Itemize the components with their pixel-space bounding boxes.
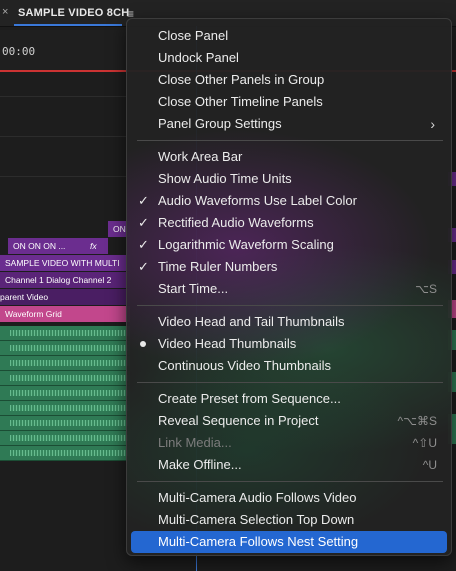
clip-label: ON ON ON ... [13,241,66,251]
menu-item-label: Panel Group Settings [158,116,282,131]
keyboard-shortcut: ^⇧U [412,436,437,450]
timeline-clip[interactable]: ON ON ON ... fx [8,238,108,254]
menu-item-work-area-bar[interactable]: Work Area Bar [131,146,447,168]
menu-item-undock-panel[interactable]: Undock Panel [131,47,447,69]
keyboard-shortcut: ^U [422,458,437,472]
audio-clip[interactable] [0,401,130,416]
menu-separator [137,382,443,383]
timeline-clip[interactable]: parent Video [0,289,130,305]
menu-item-logarithmic-waveform-scaling[interactable]: ✓ Logarithmic Waveform Scaling [131,234,447,256]
audio-clip[interactable] [0,446,130,461]
audio-clip[interactable] [0,341,130,356]
menu-separator [137,481,443,482]
chevron-right-icon: › [430,116,435,132]
menu-item-close-other-timeline-panels[interactable]: Close Other Timeline Panels [131,91,447,113]
menu-item-label: Rectified Audio Waveforms [158,215,314,230]
menu-item-label: Multi-Camera Follows Nest Setting [158,534,359,549]
sequence-tab-title[interactable]: SAMPLE VIDEO 8CH [18,7,129,19]
menu-item-label: Start Time... [158,281,229,296]
fx-badge: fx [90,241,97,251]
menu-separator [137,305,443,306]
menu-item-time-ruler-numbers[interactable]: ✓ Time Ruler Numbers [131,256,447,278]
menu-item-video-head-and-tail-thumbnails[interactable]: Video Head and Tail Thumbnails [131,311,447,333]
radio-selected-icon [140,341,146,347]
timeline-clip[interactable]: Channel 1 Dialog Channel 2 [0,272,130,288]
ruler-timecode: 00:00 [2,45,36,58]
menu-item-label: Work Area Bar [158,149,243,164]
menu-item-label: Multi-Camera Selection Top Down [158,512,355,527]
audio-clip[interactable] [0,326,130,341]
menu-item-close-other-panels-in-group[interactable]: Close Other Panels in Group [131,69,447,91]
menu-item-show-audio-time-units[interactable]: Show Audio Time Units [131,168,447,190]
audio-clip[interactable] [0,386,130,401]
menu-item-label: Create Preset from Sequence... [158,391,341,406]
menu-separator [137,140,443,141]
checkmark-icon: ✓ [138,259,149,274]
timeline-clip[interactable]: SAMPLE VIDEO WITH MULTI [0,255,130,271]
menu-item-label: Link Media... [158,435,232,450]
menu-item-start-time[interactable]: Start Time... ⌥S [131,278,447,300]
menu-item-label: Close Other Panels in Group [158,72,325,87]
menu-item-label: Reveal Sequence in Project [158,413,319,428]
checkmark-icon: ✓ [138,237,149,252]
menu-item-create-preset-from-sequence[interactable]: Create Preset from Sequence... [131,388,447,410]
menu-item-rectified-audio-waveforms[interactable]: ✓ Rectified Audio Waveforms [131,212,447,234]
track-divider [0,176,130,177]
audio-clip[interactable] [0,416,130,431]
menu-item-label: Video Head Thumbnails [158,336,297,351]
checkmark-icon: ✓ [138,215,149,230]
active-tab-indicator [14,24,122,26]
menu-item-audio-waveforms-use-label-color[interactable]: ✓ Audio Waveforms Use Label Color [131,190,447,212]
menu-item-multi-camera-audio-follows-video[interactable]: Multi-Camera Audio Follows Video [131,487,447,509]
menu-item-multi-camera-selection-top-down[interactable]: Multi-Camera Selection Top Down [131,509,447,531]
menu-item-reveal-sequence-in-project[interactable]: Reveal Sequence in Project ^⌥⌘S [131,410,447,432]
menu-item-multi-camera-follows-nest-setting[interactable]: Multi-Camera Follows Nest Setting [131,531,447,553]
menu-item-label: Undock Panel [158,50,239,65]
track-divider [0,136,130,137]
menu-item-link-media: Link Media... ^⇧U [131,432,447,454]
menu-item-make-offline[interactable]: Make Offline... ^U [131,454,447,476]
menu-item-label: Close Panel [158,28,229,43]
menu-item-label: Logarithmic Waveform Scaling [158,237,334,252]
menu-item-close-panel[interactable]: Close Panel [131,25,447,47]
menu-item-label: Show Audio Time Units [158,171,292,186]
track-divider [0,96,130,97]
checkmark-icon: ✓ [138,193,149,208]
close-tab-icon[interactable]: × [2,6,8,18]
menu-item-label: Audio Waveforms Use Label Color [158,193,357,208]
audio-clip[interactable] [0,431,130,446]
timeline-clip[interactable]: Waveform Grid [0,306,130,322]
menu-item-label: Make Offline... [158,457,242,472]
menu-item-label: Continuous Video Thumbnails [158,358,331,373]
panel-context-menu: Close Panel Undock Panel Close Other Panel… [126,18,452,556]
audio-clip[interactable] [0,356,130,371]
menu-item-continuous-video-thumbnails[interactable]: Continuous Video Thumbnails [131,355,447,377]
audio-clip[interactable] [0,371,130,386]
keyboard-shortcut: ^⌥⌘S [397,414,437,428]
menu-item-video-head-thumbnails[interactable]: Video Head Thumbnails [131,333,447,355]
menu-item-panel-group-settings[interactable]: Panel Group Settings › [131,113,447,135]
keyboard-shortcut: ⌥S [415,282,437,296]
menu-item-label: Close Other Timeline Panels [158,94,323,109]
menu-item-label: Time Ruler Numbers [158,259,278,274]
menu-item-label: Multi-Camera Audio Follows Video [158,490,357,505]
menu-item-label: Video Head and Tail Thumbnails [158,314,345,329]
